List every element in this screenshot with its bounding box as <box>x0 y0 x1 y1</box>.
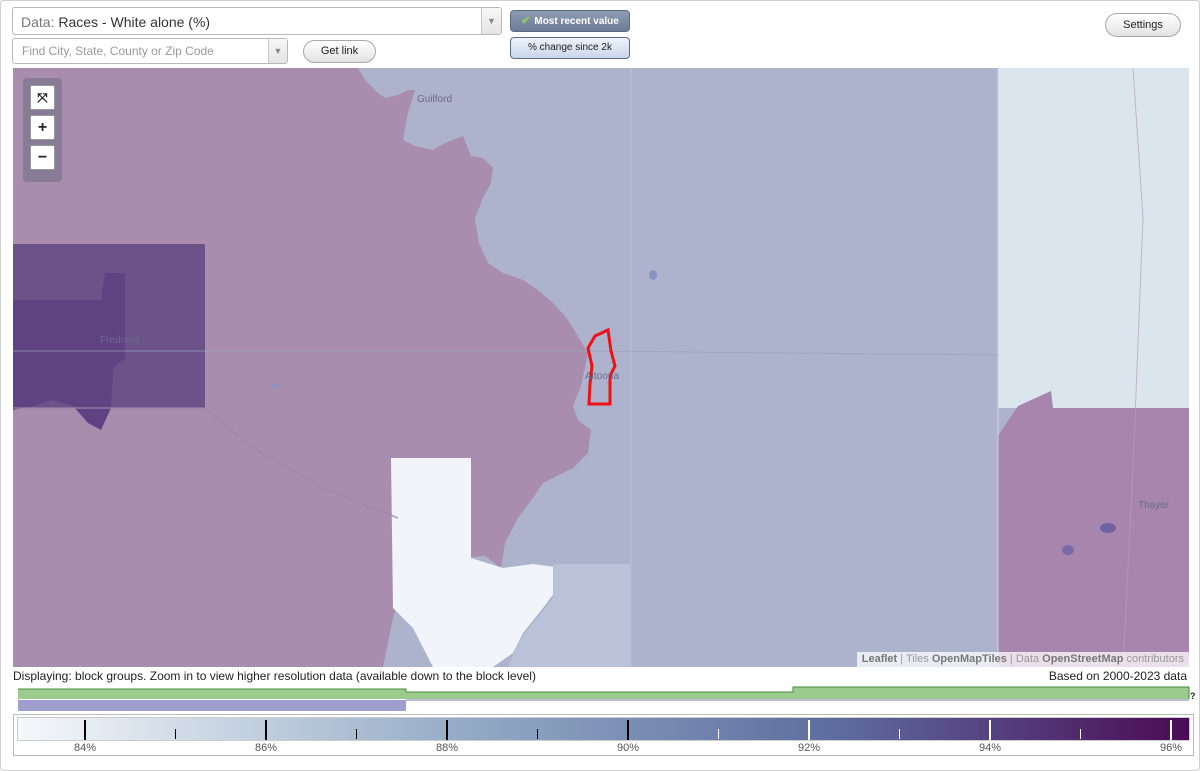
openstreetmap-link[interactable]: OpenStreetMap <box>1042 653 1123 665</box>
legend-tick-label: 84% <box>73 742 97 754</box>
data-selector[interactable]: Data: Races - White alone (%) ▼ <box>12 7 502 35</box>
fit-bounds-icon[interactable]: ⤧ <box>30 85 55 110</box>
lake <box>1062 545 1074 555</box>
check-icon: ✔ <box>521 15 531 27</box>
legend-minor-tick <box>174 729 176 739</box>
settings-button[interactable]: Settings <box>1105 13 1181 37</box>
legend-tick-label: 86% <box>254 742 278 754</box>
map-attribution: Leaflet | Tiles OpenMapTiles | Data Open… <box>856 652 1189 667</box>
help-icon[interactable]: ? <box>1190 691 1196 701</box>
zoom-in-button[interactable]: + <box>30 115 55 140</box>
attribution-separator: | <box>1009 653 1013 665</box>
chevron-down-icon[interactable]: ▼ <box>481 8 501 34</box>
display-resolution-note: Displaying: block groups. Zoom in to vie… <box>13 669 536 683</box>
get-link-button[interactable]: Get link <box>303 40 376 63</box>
lake <box>273 383 279 389</box>
legend-major-tick <box>989 720 991 740</box>
chevron-down-icon[interactable]: ▼ <box>268 39 287 63</box>
legend-major-tick <box>446 720 448 740</box>
data-selector-prefix: Data: <box>21 14 55 30</box>
legend-gradient <box>17 717 1190 741</box>
legend-minor-tick <box>355 729 357 739</box>
legend-minor-tick <box>717 729 719 739</box>
timeline-strip[interactable] <box>16 685 1191 713</box>
legend-major-tick <box>1170 720 1172 740</box>
place-label-altoona: Altoona <box>585 371 619 382</box>
region-southeast <box>998 391 1189 667</box>
legend-minor-tick <box>1079 729 1081 739</box>
search-input[interactable] <box>13 39 268 63</box>
pct-change-button[interactable]: % change since 2k <box>510 37 630 59</box>
legend-major-tick <box>627 720 629 740</box>
legend-minor-tick <box>898 729 900 739</box>
place-label-guilford: Guilford <box>417 94 452 105</box>
leaflet-link[interactable]: Leaflet <box>862 653 897 665</box>
map-canvas[interactable]: Guilford Fredonia Altoona Thayer <box>13 68 1189 667</box>
legend-major-tick <box>808 720 810 740</box>
legend-major-tick <box>265 720 267 740</box>
most-recent-label: Most recent value <box>534 16 619 27</box>
legend-tick-label: 92% <box>797 742 821 754</box>
most-recent-button[interactable]: ✔ Most recent value <box>510 10 630 32</box>
tiles-label: Tiles <box>905 653 929 665</box>
location-search[interactable]: ▼ <box>12 38 288 64</box>
zoom-controls: ⤧ + − <box>23 78 62 182</box>
lake <box>649 270 657 280</box>
legend-tick-label: 88% <box>435 742 459 754</box>
legend-major-tick <box>84 720 86 740</box>
legend-tick-label: 90% <box>616 742 640 754</box>
data-range-note: Based on 2000-2023 data <box>1048 669 1187 683</box>
data-selector-value: Races - White alone (%) <box>58 14 211 30</box>
openmaptiles-link[interactable]: OpenMapTiles <box>932 653 1007 665</box>
choropleth-map[interactable]: Guilford Fredonia Altoona Thayer ⤧ + − L… <box>13 68 1189 667</box>
attribution-separator: | <box>900 653 904 665</box>
legend-tick-label: 96% <box>1159 742 1183 754</box>
place-label-fredonia: Fredonia <box>100 335 140 346</box>
legend-minor-tick <box>536 729 538 739</box>
place-label-thayer: Thayer <box>1138 500 1170 511</box>
legend-tick-label: 94% <box>978 742 1002 754</box>
data-selector-text: Data: Races - White alone (%) <box>21 14 210 30</box>
contributors-text: contributors <box>1126 653 1184 665</box>
zoom-out-button[interactable]: − <box>30 145 55 170</box>
timeline-purple-band <box>18 700 406 711</box>
app-frame: Data: Races - White alone (%) ▼ ▼ Get li… <box>0 0 1200 771</box>
lake <box>1100 523 1116 533</box>
data-label: Data <box>1015 653 1040 665</box>
color-legend: 84% 86% 88% 90% 92% 94% 96% <box>13 714 1194 756</box>
region-northeast <box>998 68 1189 408</box>
